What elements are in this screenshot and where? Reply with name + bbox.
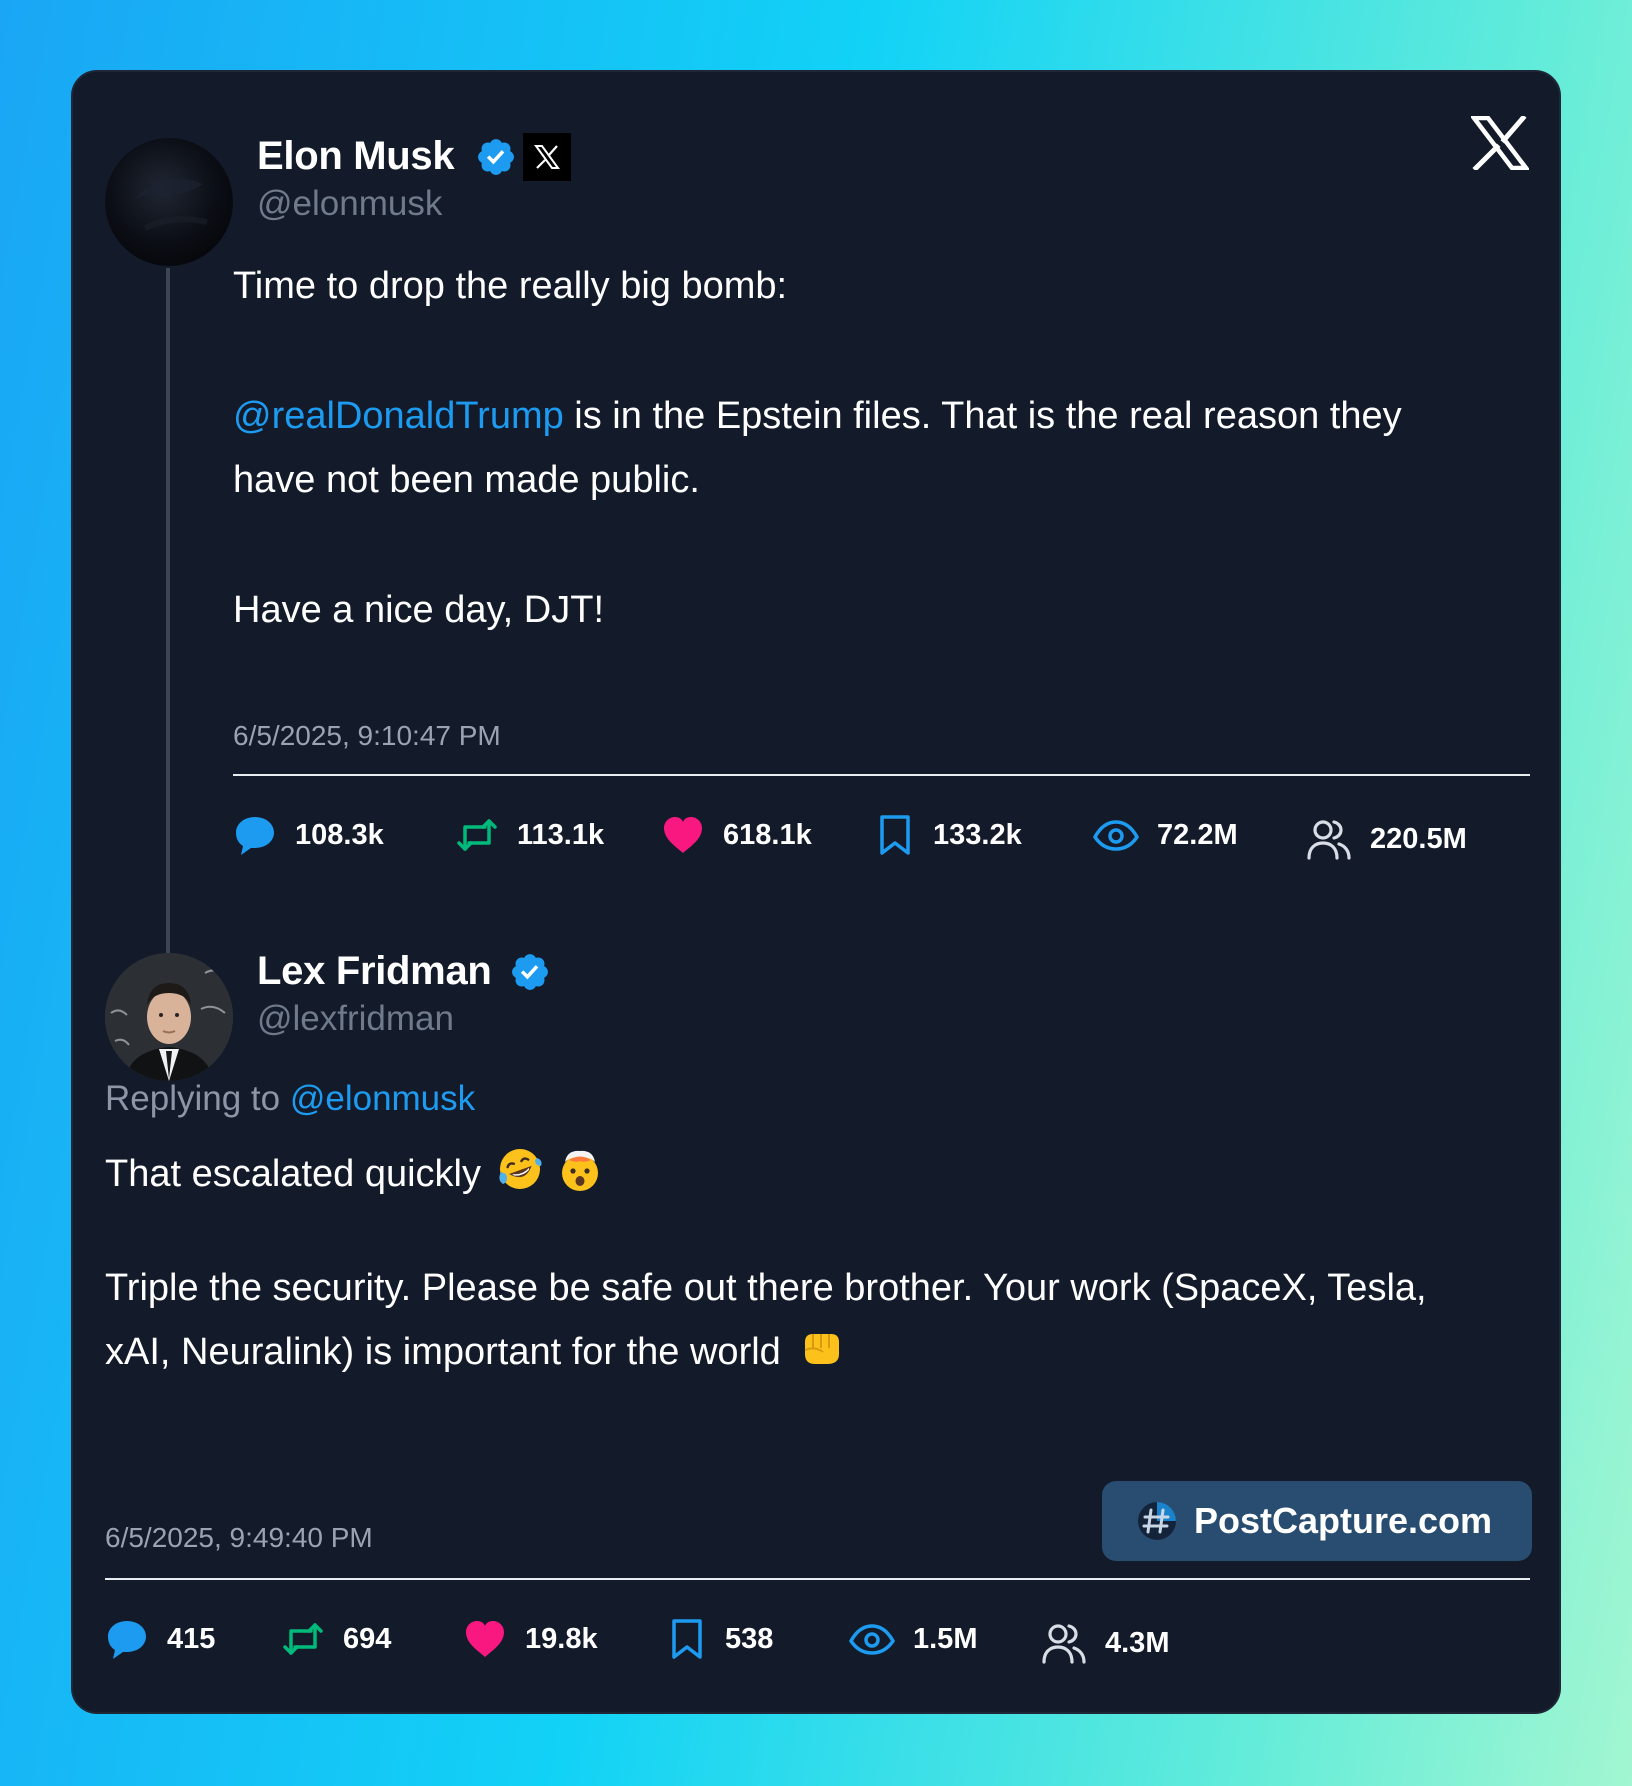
replying-to-link[interactable]: @elonmusk (290, 1079, 475, 1118)
mention-link[interactable]: @realDonaldTrump (233, 395, 564, 437)
like-icon (466, 1621, 504, 1657)
reply-text-line: That escalated quickly (105, 1142, 603, 1206)
bookmark-icon (672, 1619, 702, 1659)
bookmark-stat[interactable]: 538 (667, 1614, 773, 1664)
avatar-elon[interactable] (105, 138, 233, 266)
post-text-line: Have a nice day, DJT! (233, 589, 605, 631)
bookmark-stat[interactable]: 133.2k (875, 810, 1022, 860)
reply-text-line: xAI, Neuralink) is important for the wor… (105, 1320, 845, 1384)
verified-badge-icon (512, 954, 548, 990)
reach-stat[interactable]: 4.3M (1041, 1618, 1169, 1668)
post-text-line: @realDonaldTrump is in the Epstein files… (233, 395, 1402, 437)
repost-stat[interactable]: 694 (281, 1614, 391, 1664)
author-name-elon[interactable]: Elon Musk (257, 134, 455, 179)
thread-line (166, 268, 170, 990)
x-affiliate-badge-icon (523, 133, 571, 181)
post-text-line: have not been made public. (233, 459, 700, 501)
views-stat[interactable]: 72.2M (1093, 810, 1238, 860)
postcapture-watermark[interactable]: PostCapture.com (1102, 1481, 1532, 1561)
reply-timestamp[interactable]: 6/5/2025, 9:49:40 PM (105, 1522, 373, 1554)
avatar-lex[interactable] (105, 953, 233, 1081)
post-timestamp[interactable]: 6/5/2025, 9:10:47 PM (233, 720, 501, 752)
author-handle-lex[interactable]: @lexfridman (257, 999, 454, 1039)
x-logo-icon[interactable] (1471, 116, 1529, 170)
reply-icon (236, 817, 274, 855)
verified-badge-icon (478, 139, 514, 175)
author-handle-elon[interactable]: @elonmusk (257, 184, 442, 224)
replying-to: Replying to @elonmusk (105, 1079, 476, 1118)
reach-icon (1307, 820, 1351, 860)
views-stat[interactable]: 1.5M (849, 1614, 977, 1664)
divider (105, 1578, 1530, 1580)
views-icon (849, 1624, 895, 1655)
views-icon (1093, 820, 1139, 851)
laughing-emoji-icon (497, 1146, 543, 1192)
exploding-head-emoji-icon (557, 1146, 603, 1192)
postcapture-logo-icon (1138, 1502, 1176, 1540)
bookmark-icon (880, 815, 910, 855)
reply-text-line: Triple the security. Please be safe out … (105, 1267, 1427, 1309)
reach-stat[interactable]: 220.5M (1306, 814, 1467, 864)
post-card: Elon Musk @elonmusk Time to drop the rea… (71, 70, 1561, 1714)
repost-stat[interactable]: 113.1k (455, 810, 604, 860)
post-text-line: Time to drop the really big bomb: (233, 265, 788, 307)
reach-icon (1042, 1624, 1086, 1664)
repost-icon (457, 819, 497, 851)
reply-stat[interactable]: 415 (105, 1614, 215, 1664)
reply-stat[interactable]: 108.3k (233, 810, 384, 860)
fist-emoji-icon (799, 1324, 845, 1370)
repost-icon (283, 1623, 323, 1655)
like-icon (664, 817, 702, 853)
reply-icon (108, 1621, 146, 1659)
like-stat[interactable]: 19.8k (463, 1614, 598, 1664)
divider (233, 774, 1530, 776)
author-name-lex[interactable]: Lex Fridman (257, 949, 492, 994)
like-stat[interactable]: 618.1k (661, 810, 812, 860)
